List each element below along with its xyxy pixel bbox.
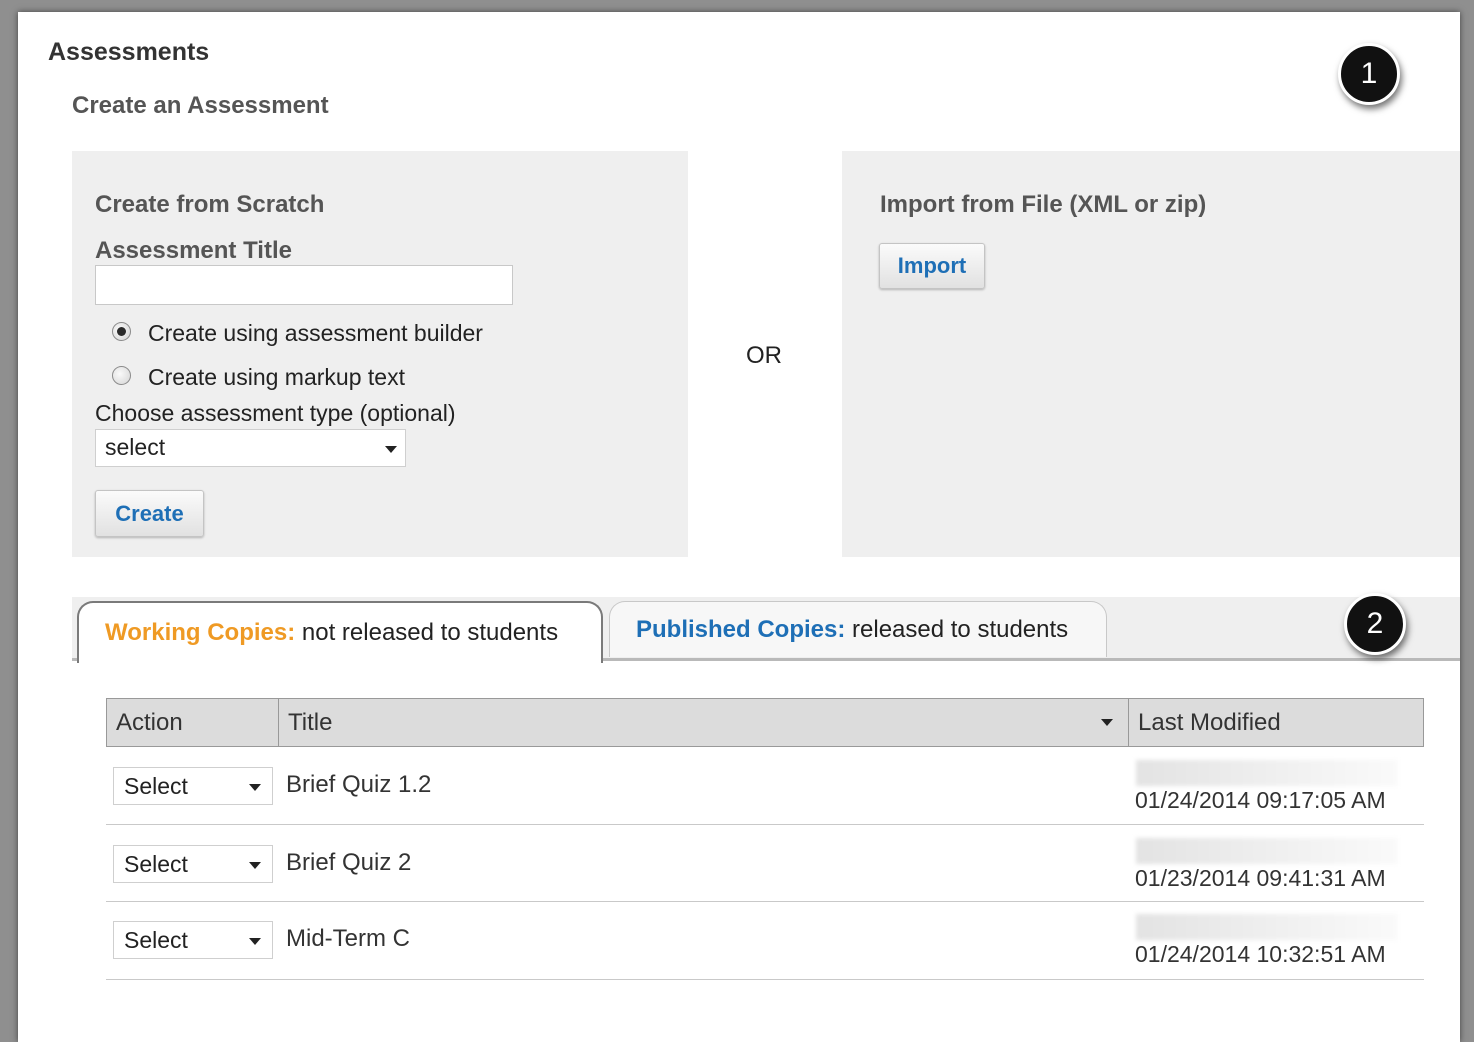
redacted-author bbox=[1136, 760, 1398, 786]
column-header-title-label: Title bbox=[288, 709, 333, 736]
table-header: Action Title Last Modified bbox=[106, 698, 1424, 747]
assessments-page: Assessments Create an Assessment 1 Creat… bbox=[18, 12, 1460, 1042]
copies-tab-bar: Working Copies: not released to students… bbox=[72, 597, 1460, 663]
or-separator: OR bbox=[746, 342, 782, 369]
row-action-value: Select bbox=[124, 851, 188, 877]
row-action-select[interactable]: Select bbox=[113, 845, 273, 883]
page-subheading: Create an Assessment bbox=[72, 92, 329, 119]
radio-markup-text-label[interactable]: Create using markup text bbox=[148, 364, 405, 391]
create-button[interactable]: Create bbox=[95, 490, 204, 537]
table-row: Select Brief Quiz 1.2 01/24/2014 09:17:0… bbox=[106, 747, 1424, 825]
callout-badge-2: 2 bbox=[1344, 593, 1406, 655]
tab-published-copies[interactable]: Published Copies: released to students bbox=[609, 601, 1107, 657]
tab-published-copies-key: Published Copies: bbox=[636, 616, 846, 643]
chevron-down-icon bbox=[249, 784, 261, 791]
tab-working-copies-desc: not released to students bbox=[295, 619, 559, 646]
radio-markup-text[interactable] bbox=[112, 366, 131, 385]
column-header-title[interactable]: Title bbox=[279, 699, 1129, 746]
radio-assessment-builder[interactable] bbox=[112, 322, 131, 341]
redacted-author bbox=[1136, 838, 1398, 864]
row-action-value: Select bbox=[124, 773, 188, 799]
assessment-title-label: Assessment Title bbox=[95, 237, 292, 264]
row-action-select[interactable]: Select bbox=[113, 767, 273, 805]
tab-working-copies[interactable]: Working Copies: not released to students bbox=[77, 601, 603, 663]
row-title[interactable]: Mid-Term C bbox=[286, 925, 410, 953]
row-action-value: Select bbox=[124, 927, 188, 953]
create-from-scratch-panel: Create from Scratch Assessment Title Cre… bbox=[72, 151, 688, 557]
row-last-modified: 01/23/2014 09:41:31 AM bbox=[1135, 865, 1386, 891]
scratch-panel-title: Create from Scratch bbox=[95, 191, 325, 218]
row-last-modified: 01/24/2014 10:32:51 AM bbox=[1135, 941, 1386, 967]
assessment-title-input[interactable] bbox=[95, 265, 513, 305]
table-row: Select Mid-Term C 01/24/2014 10:32:51 AM bbox=[106, 902, 1424, 980]
callout-badge-1: 1 bbox=[1338, 43, 1400, 105]
assessment-type-value: select bbox=[105, 434, 166, 460]
tab-published-copies-desc: released to students bbox=[845, 616, 1069, 643]
page-heading: Assessments bbox=[48, 38, 210, 66]
radio-assessment-builder-label[interactable]: Create using assessment builder bbox=[148, 320, 483, 347]
import-button[interactable]: Import bbox=[879, 243, 985, 289]
assessment-type-select[interactable]: select bbox=[95, 429, 406, 467]
row-title[interactable]: Brief Quiz 1.2 bbox=[286, 771, 431, 799]
sort-down-icon[interactable] bbox=[1101, 719, 1113, 726]
row-title[interactable]: Brief Quiz 2 bbox=[286, 849, 411, 877]
import-panel-title: Import from File (XML or zip) bbox=[880, 191, 1207, 218]
chevron-down-icon bbox=[249, 862, 261, 869]
table-row: Select Brief Quiz 2 01/23/2014 09:41:31 … bbox=[106, 825, 1424, 902]
column-header-action[interactable]: Action bbox=[107, 699, 279, 746]
import-from-file-panel: Import from File (XML or zip) Import bbox=[842, 151, 1460, 557]
assessment-type-label: Choose assessment type (optional) bbox=[95, 400, 456, 426]
tab-working-copies-key: Working Copies: bbox=[105, 619, 296, 646]
column-header-last-modified[interactable]: Last Modified bbox=[1129, 699, 1423, 746]
row-action-select[interactable]: Select bbox=[113, 921, 273, 959]
row-last-modified: 01/24/2014 09:17:05 AM bbox=[1135, 787, 1386, 813]
chevron-down-icon bbox=[385, 446, 397, 453]
redacted-author bbox=[1136, 914, 1398, 940]
chevron-down-icon bbox=[249, 938, 261, 945]
